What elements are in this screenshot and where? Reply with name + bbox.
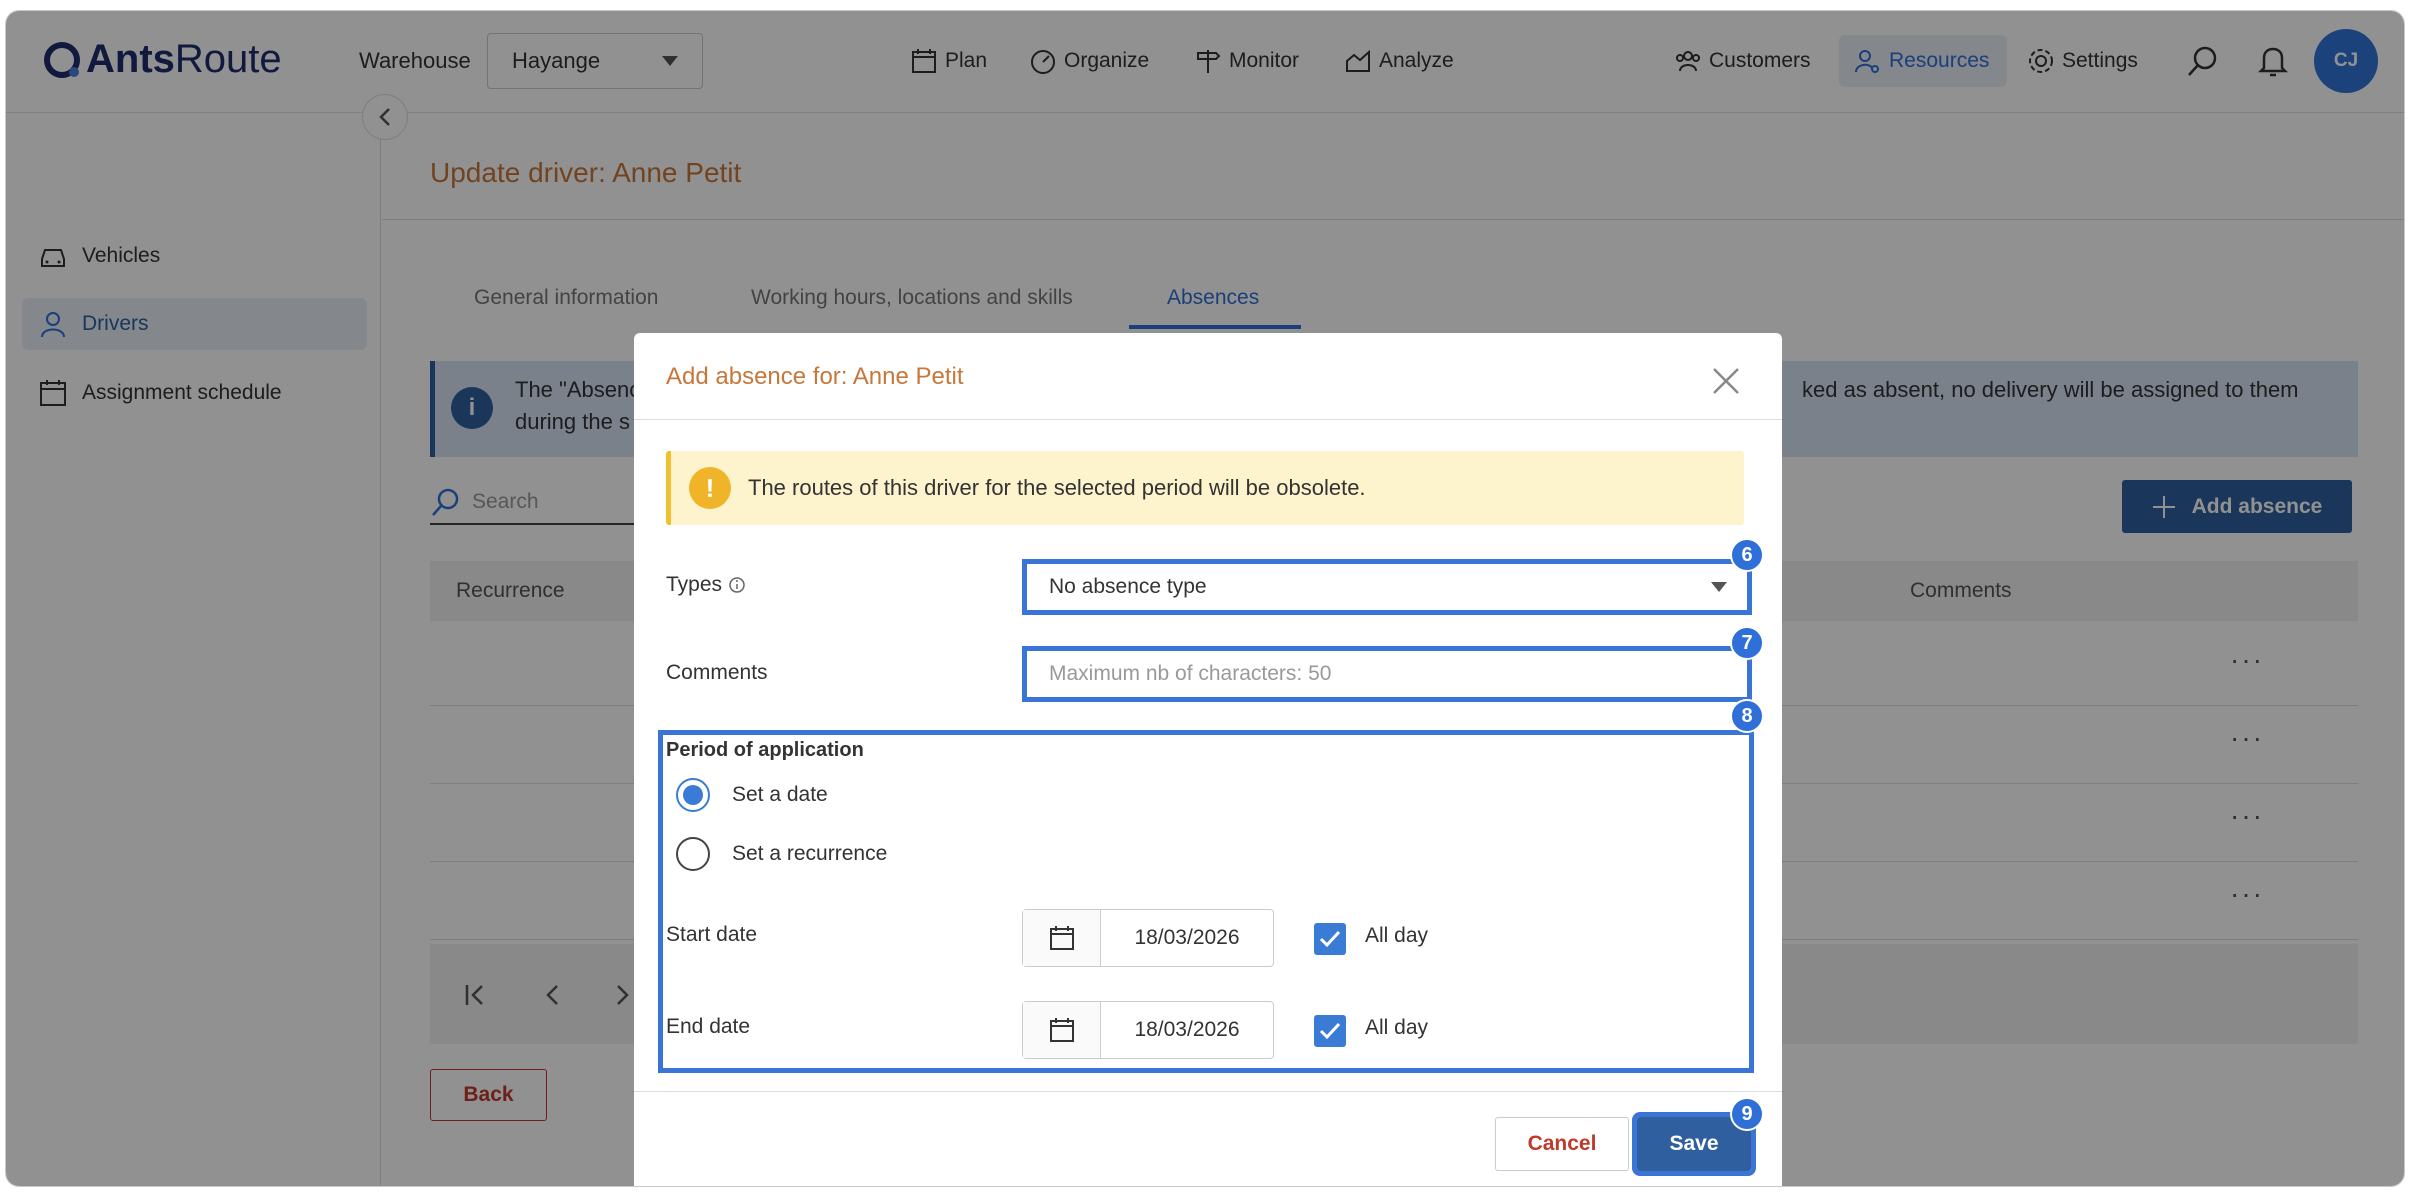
warning-banner: ! The routes of this driver for the sele… <box>666 451 1744 525</box>
cancel-button[interactable]: Cancel <box>1495 1117 1629 1171</box>
warning-icon: ! <box>689 467 731 509</box>
dialog-header-divider <box>634 419 1782 420</box>
chevron-down-icon <box>1711 582 1727 592</box>
radio-set-recurrence-label: Set a recurrence <box>732 842 888 865</box>
comments-field[interactable]: Maximum nb of characters: 50 <box>1022 646 1752 702</box>
calendar-button[interactable] <box>1023 1002 1101 1058</box>
comments-placeholder: Maximum nb of characters: 50 <box>1049 662 1332 685</box>
types-select[interactable]: No absence type <box>1022 559 1752 615</box>
types-label: Types <box>666 573 723 596</box>
start-date-value: 18/03/2026 <box>1134 926 1240 949</box>
info-icon[interactable] <box>728 576 746 594</box>
period-label: Period of application <box>666 739 864 761</box>
calendar-icon <box>1049 1018 1074 1042</box>
start-all-day-checkbox[interactable] <box>1314 923 1346 955</box>
start-date-field[interactable]: 18/03/2026 <box>1022 909 1274 967</box>
end-all-day-checkbox[interactable] <box>1314 1015 1346 1047</box>
checkmark-icon <box>1319 1022 1341 1040</box>
close-icon[interactable] <box>1712 367 1740 395</box>
radio-set-date[interactable]: Set a date <box>676 778 828 812</box>
types-label-row: Types <box>666 573 746 597</box>
warning-text: The routes of this driver for the select… <box>748 475 1366 500</box>
annotation-badge: 9 <box>1730 1097 1764 1131</box>
calendar-button[interactable] <box>1023 910 1101 966</box>
end-all-day-label: All day <box>1365 1016 1429 1039</box>
radio-checked-icon <box>676 778 710 812</box>
dialog-footer-divider <box>634 1091 1782 1092</box>
calendar-icon <box>1049 926 1074 950</box>
radio-set-date-label: Set a date <box>732 783 828 806</box>
radio-set-recurrence[interactable]: Set a recurrence <box>676 837 887 871</box>
dialog-title: Add absence for: Anne Petit <box>666 363 964 390</box>
radio-unchecked-icon <box>676 837 710 871</box>
start-all-day-label: All day <box>1365 924 1429 947</box>
comments-label: Comments <box>666 661 768 684</box>
types-value: No absence type <box>1049 575 1207 598</box>
end-date-value: 18/03/2026 <box>1134 1018 1240 1041</box>
annotation-badge: 7 <box>1730 626 1764 660</box>
checkmark-icon <box>1319 930 1341 948</box>
annotation-badge: 8 <box>1730 699 1764 733</box>
start-date-label: Start date <box>666 923 758 946</box>
end-date-label: End date <box>666 1015 751 1038</box>
app-window: Ants Route Warehouse Hayange Plan Organiz… <box>5 10 2405 1187</box>
annotation-badge: 6 <box>1730 538 1764 572</box>
end-date-field[interactable]: 18/03/2026 <box>1022 1001 1274 1059</box>
add-absence-dialog: Add absence for: Anne Petit ! The routes… <box>634 333 1782 1186</box>
